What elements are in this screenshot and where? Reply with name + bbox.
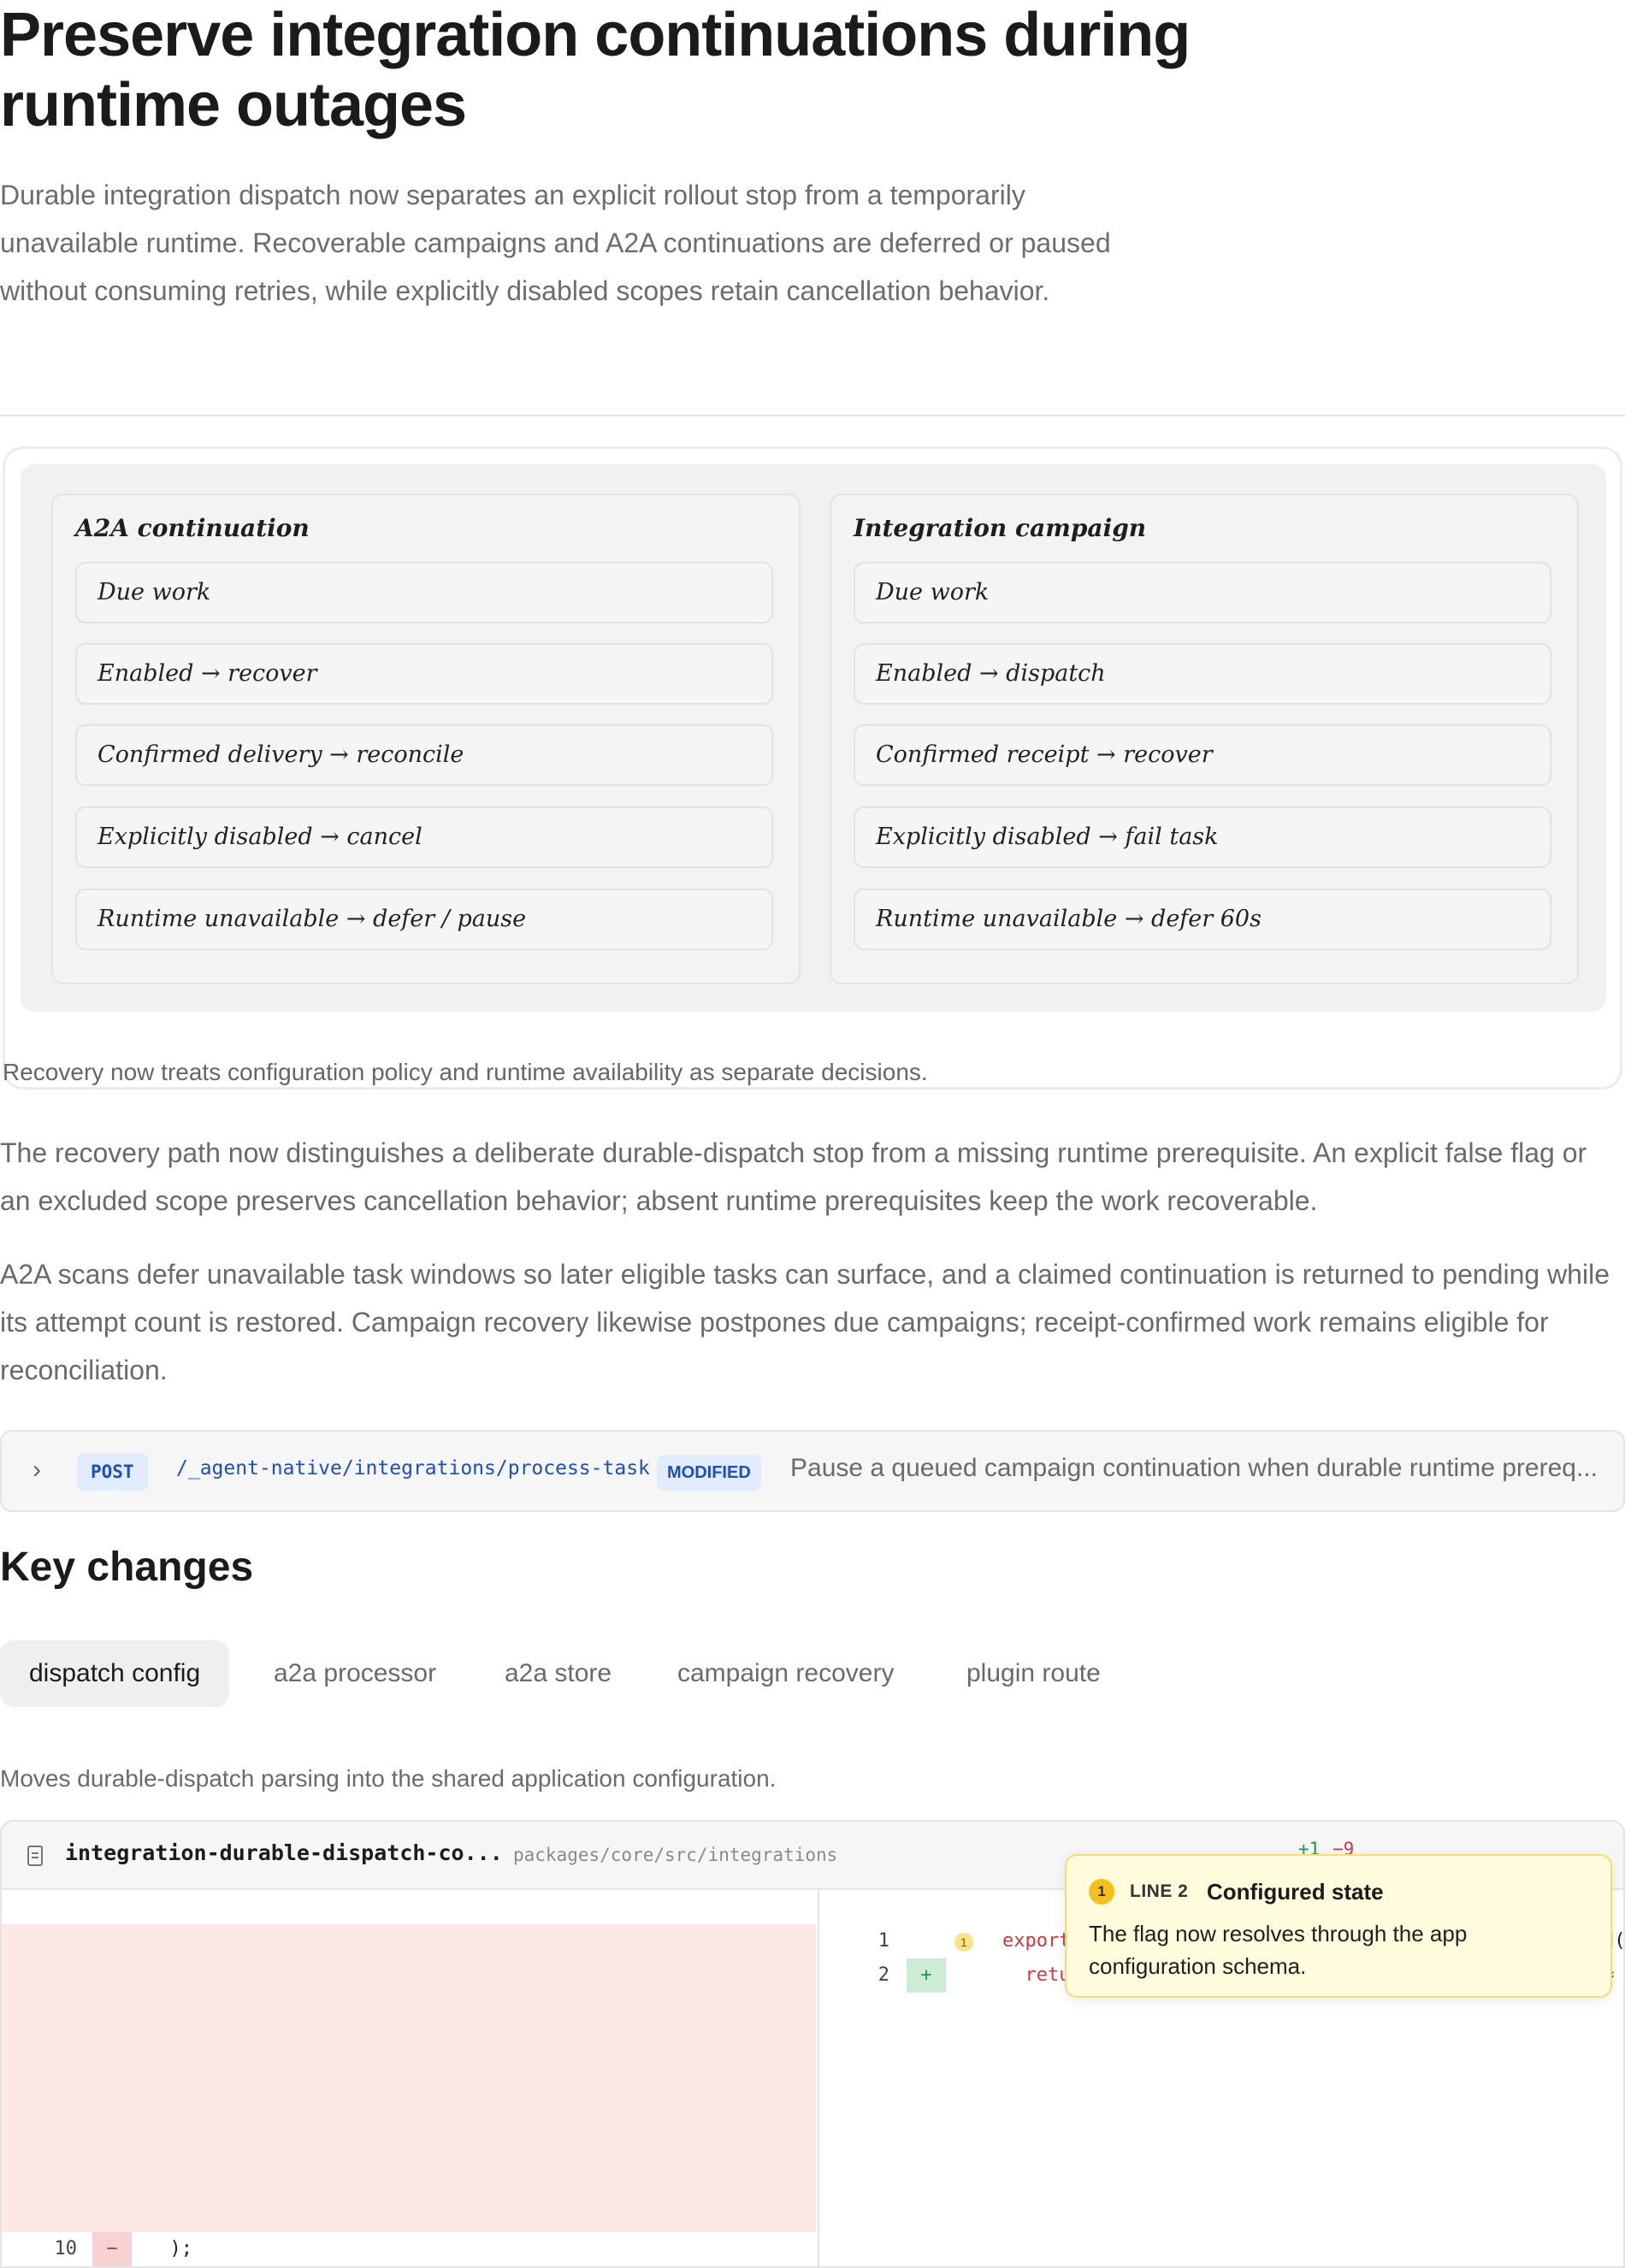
- flow-step: Due work: [854, 562, 1551, 623]
- diff-line: 7− normalized === 'true' ||: [2, 2095, 816, 2164]
- diff-line: 8− normalized === 'yes' ||: [2, 2129, 816, 2198]
- annotation-marker[interactable]: 1: [954, 1933, 973, 1952]
- file-name[interactable]: integration-durable-dispatch-co...: [65, 1840, 503, 1865]
- file-icon: [27, 1846, 43, 1866]
- diff-line: 11}: [2, 2232, 816, 2266]
- body-paragraph: The recovery path now distinguishes a de…: [0, 1137, 1587, 1216]
- diff-line: 4− const normalized = value.trim().toLow…: [2, 1993, 816, 2061]
- endpoint-path: /_agent-native/integrations/process-task: [176, 1457, 650, 1480]
- flow-step: Explicitly disabled → fail task: [854, 806, 1551, 868]
- figure-caption: Recovery now treats configuration policy…: [3, 1059, 928, 1085]
- tab-campaign-recovery[interactable]: campaign recovery: [648, 1640, 923, 1707]
- flow-step: Due work: [75, 562, 773, 623]
- flow-step: Enabled → dispatch: [854, 643, 1551, 705]
- flow-step: Explicitly disabled → cancel: [75, 806, 773, 868]
- endpoint-row[interactable]: › POST /_agent-native/integrations/proce…: [0, 1430, 1625, 1512]
- endpoint-description: Pause a queued campaign continuation whe…: [790, 1454, 1598, 1482]
- added-marker: +: [907, 1958, 946, 1993]
- flow-step: Runtime unavailable → defer / pause: [75, 889, 773, 950]
- file-path: packages/core/src/integrations: [513, 1845, 838, 1865]
- flow-step: Runtime unavailable → defer 60s: [854, 889, 1551, 950]
- diff-line: 3− if (!value) return false;: [2, 1958, 816, 2027]
- diff-line: 10− );: [2, 2198, 816, 2266]
- diff-line: 2− const value = process.env.AGENT_INTEG…: [2, 1924, 816, 1993]
- section-heading: Key changes: [0, 1544, 254, 1590]
- diff-line: 5− return (: [2, 2027, 816, 2095]
- diff-line: 3}: [819, 2232, 1623, 2266]
- annotation-number: 1: [1089, 1879, 1114, 1905]
- flow-figure: A2A continuation Due work Enabled → reco…: [3, 446, 1622, 1090]
- tab-dispatch-config[interactable]: dispatch config: [0, 1640, 230, 1707]
- chevron-right-icon[interactable]: ›: [32, 1456, 41, 1485]
- flow-panel-a2a: A2A continuation Due work Enabled → reco…: [51, 493, 801, 984]
- flow-step: Confirmed delivery → reconcile: [75, 724, 773, 786]
- panel-title: A2A continuation: [75, 514, 310, 542]
- tab-plugin-route[interactable]: plugin route: [937, 1640, 1130, 1707]
- page-title: Preserve integration continuations durin…: [0, 1, 1191, 139]
- diff-line: 6− normalized === '1' ||: [2, 2061, 816, 2129]
- body-paragraph: A2A scans defer unavailable task windows…: [0, 1259, 1610, 1385]
- line-number: 2: [878, 1964, 889, 1986]
- tab-description: Moves durable-dispatch parsing into the …: [0, 1765, 777, 1792]
- tab-a2a-store[interactable]: a2a store: [476, 1640, 641, 1707]
- divider: [0, 415, 1625, 416]
- page-lede: Durable integration dispatch now separat…: [0, 180, 1111, 306]
- flow-panel-campaign: Integration campaign Due work Enabled → …: [830, 493, 1579, 984]
- annotation-title: Configured state: [1207, 1879, 1384, 1905]
- tab-a2a-processor[interactable]: a2a processor: [245, 1640, 465, 1707]
- diff-pane-old: 1export function isIntegrationDurableDis…: [2, 1890, 816, 2266]
- flow-step: Enabled → recover: [75, 643, 773, 705]
- http-method-badge: POST: [77, 1453, 148, 1491]
- annotation-tooltip: 1 LINE 2 Configured state The flag now r…: [1065, 1854, 1612, 1998]
- figure-canvas: A2A continuation Due work Enabled → reco…: [21, 464, 1606, 1012]
- annotation-line: LINE 2: [1130, 1881, 1189, 1901]
- status-badge: MODIFIED: [657, 1455, 761, 1491]
- diff-line: 1export function isIntegrationDurableDis…: [2, 1890, 816, 1952]
- annotation-body: The flag now resolves through the app co…: [1089, 1921, 1468, 1979]
- panel-title: Integration campaign: [854, 514, 1147, 542]
- diff-line: 9− normalized === 'on': [2, 2164, 816, 2232]
- flow-step: Confirmed receipt → recover: [854, 724, 1551, 786]
